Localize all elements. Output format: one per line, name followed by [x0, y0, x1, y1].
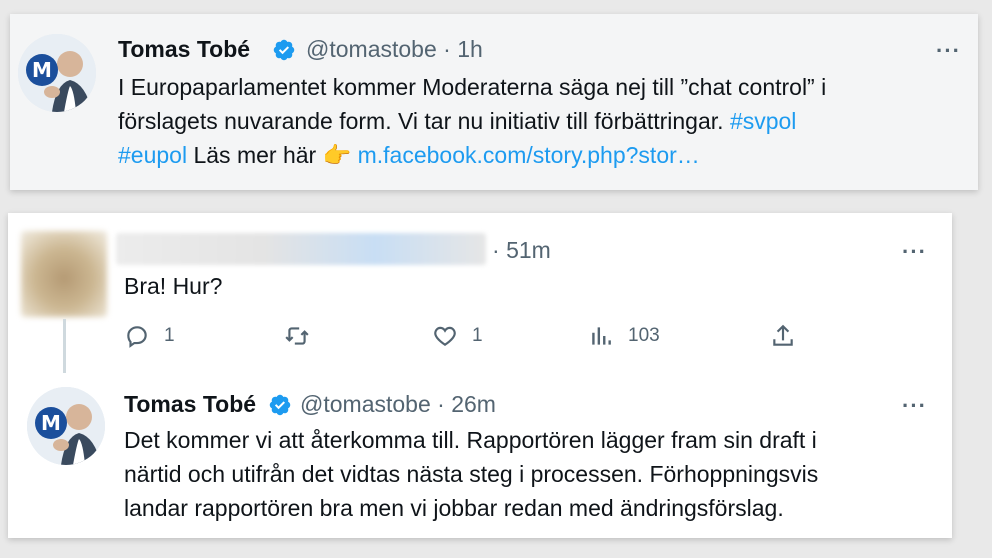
- avatar-image: M: [27, 387, 105, 465]
- author-avatar[interactable]: M: [18, 34, 96, 112]
- separator-dot: ·: [492, 237, 500, 263]
- more-icon[interactable]: ···: [902, 239, 927, 265]
- svg-text:M: M: [41, 411, 61, 435]
- tweet-text-line-2-body: förslagets nuvarande form. Vi tar nu ini…: [118, 108, 730, 134]
- author-name[interactable]: Tomas Tobé: [118, 36, 250, 63]
- separator-dot: ·: [443, 36, 451, 62]
- reply-time-wrap: · 51m: [492, 237, 551, 264]
- response-text-line-3: landar rapportören bra men vi jobbar red…: [124, 495, 784, 521]
- author-name[interactable]: Tomas Tobé: [124, 391, 256, 418]
- more-icon[interactable]: ···: [936, 38, 961, 64]
- retweet-icon: [285, 327, 309, 345]
- share-button[interactable]: [770, 321, 796, 351]
- response-text-line-2: närtid och utifrån det vidtas nästa steg…: [124, 461, 819, 487]
- tweet-card[interactable]: M Tomas Tobé @tomastobe · 1h ··· I Europ…: [10, 14, 978, 190]
- tweet-text-line-2: förslagets nuvarande form. Vi tar nu ini…: [118, 104, 968, 138]
- retweet-button[interactable]: [284, 321, 324, 351]
- hashtag-svpol[interactable]: #svpol: [730, 108, 796, 134]
- reply-button[interactable]: 1: [124, 321, 175, 351]
- reply-count: 1: [164, 325, 175, 346]
- like-icon: [434, 326, 456, 346]
- verified-badge-icon: [269, 394, 291, 416]
- svg-text:M: M: [32, 58, 52, 82]
- views-icon: [592, 327, 611, 345]
- blurred-avatar[interactable]: [21, 231, 107, 317]
- hashtag-eupol[interactable]: #eupol: [118, 142, 187, 168]
- more-icon[interactable]: ···: [902, 393, 927, 419]
- tweet-time[interactable]: 1h: [457, 36, 483, 62]
- tweet-text-line-1: I Europaparlamentet kommer Moderaterna s…: [118, 74, 827, 100]
- reply-text: Bra! Hur?: [124, 273, 223, 299]
- pointing-hand-emoji: 👉: [322, 143, 352, 169]
- thread-card: · 51m ··· Bra! Hur? 1 1 103 M Tomas Tobé…: [8, 213, 952, 538]
- response-text: Det kommer vi att återkomma till. Rappor…: [124, 423, 934, 525]
- author-avatar[interactable]: M: [27, 387, 105, 465]
- avatar-image: M: [18, 34, 96, 112]
- reply-time[interactable]: 51m: [506, 237, 551, 263]
- tweet-time[interactable]: 26m: [451, 391, 496, 417]
- verified-badge-icon: [273, 39, 295, 61]
- read-more-text: Läs mer här: [187, 142, 323, 168]
- views-button[interactable]: 103: [588, 321, 660, 351]
- blurred-name[interactable]: [116, 233, 486, 265]
- reply-icon: [127, 326, 147, 348]
- author-handle[interactable]: @tomastobe: [300, 391, 431, 417]
- author-handle[interactable]: @tomastobe: [306, 36, 437, 62]
- facebook-link[interactable]: m.facebook.com/story.php?stor…: [358, 142, 700, 168]
- share-icon: [773, 324, 793, 346]
- like-count: 1: [472, 325, 483, 346]
- response-text-line-1: Det kommer vi att återkomma till. Rappor…: [124, 427, 817, 453]
- tweet-text-line-3: #eupol Läs mer här 👉 m.facebook.com/stor…: [118, 138, 968, 173]
- thread-connector-line: [63, 319, 66, 373]
- views-count: 103: [628, 325, 660, 346]
- tweet-text: I Europaparlamentet kommer Moderaterna s…: [118, 70, 968, 173]
- author-handle-and-time[interactable]: @tomastobe · 26m: [300, 391, 496, 418]
- separator-dot: ·: [437, 391, 445, 417]
- author-handle-and-time[interactable]: @tomastobe · 1h: [306, 36, 483, 63]
- like-button[interactable]: 1: [432, 321, 483, 351]
